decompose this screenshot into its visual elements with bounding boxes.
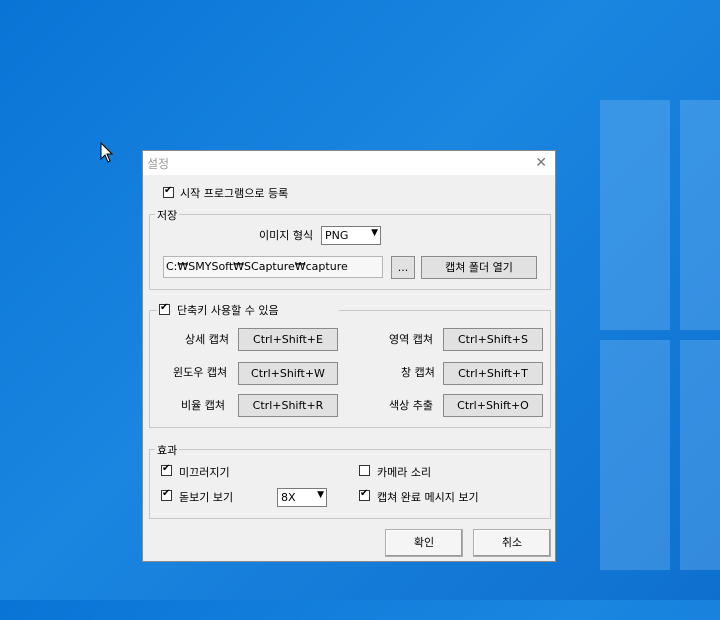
hotkey-label: 영역 캡쳐 [389,333,433,346]
title-bar: 설정 ✕ [143,151,555,175]
close-icon[interactable]: ✕ [535,155,547,171]
chevron-down-icon: ▼ [317,490,324,500]
magnifier-label: 돋보기 보기 [179,491,234,504]
slide-label: 미끄러지기 [179,466,230,479]
effects-group-title: 효과 [155,442,180,458]
chevron-down-icon: ▼ [371,228,378,238]
hotkey-label: 윈도우 캡쳐 [173,366,228,379]
hotkey-button[interactable]: Ctrl+Shift+S [443,328,543,351]
hotkey-button[interactable]: Ctrl+Shift+E [238,328,338,351]
ok-button[interactable]: 확인 [385,529,463,557]
effects-group [149,449,551,519]
hotkey-label: 비율 캡쳐 [181,399,225,412]
browse-button[interactable]: ... [391,256,415,279]
image-format-value: PNG [325,229,349,242]
magnifier-checkbox[interactable] [161,488,172,501]
complete-message-checkbox[interactable] [359,488,370,501]
storage-group-title: 저장 [155,207,180,223]
image-format-label: 이미지 형식 [259,229,314,242]
hotkey-button[interactable]: Ctrl+Shift+W [238,362,338,385]
hotkeys-enable-label: 단축키 사용할 수 있음 [177,304,279,317]
camera-sound-checkbox[interactable] [359,465,370,476]
image-format-select[interactable]: PNG ▼ [321,226,381,245]
settings-dialog: 설정 ✕ 시작 프로그램으로 등록 저장 이미지 형식 PNG ▼ C:₩SMY… [142,150,556,562]
zoom-value: 8X [281,491,296,504]
hotkey-label: 색상 추출 [389,399,433,412]
hotkey-button[interactable]: Ctrl+Shift+O [443,394,543,417]
hotkeys-group-header: 단축키 사용할 수 있음 [157,302,339,317]
cancel-button[interactable]: 취소 [473,529,551,557]
dialog-title: 설정 [147,157,170,171]
windows-logo [600,100,720,620]
hotkey-button[interactable]: Ctrl+Shift+T [443,362,543,385]
hotkeys-checkbox[interactable] [159,302,170,315]
startup-label: 시작 프로그램으로 등록 [180,187,289,200]
hotkey-label: 상세 캡쳐 [185,333,229,346]
slide-checkbox[interactable] [161,463,172,476]
hotkey-button[interactable]: Ctrl+Shift+R [238,394,338,417]
save-path-field[interactable]: C:₩SMYSoft₩SCapture₩capture [163,256,383,278]
mouse-cursor-icon [100,142,114,163]
startup-checkbox[interactable] [163,185,174,198]
camera-sound-label: 카메라 소리 [377,466,432,479]
zoom-select[interactable]: 8X ▼ [277,488,327,507]
complete-message-label: 캡쳐 완료 메시지 보기 [377,491,479,504]
hotkey-label: 창 캡쳐 [401,366,435,379]
open-folder-button[interactable]: 캡쳐 폴더 열기 [421,256,537,279]
